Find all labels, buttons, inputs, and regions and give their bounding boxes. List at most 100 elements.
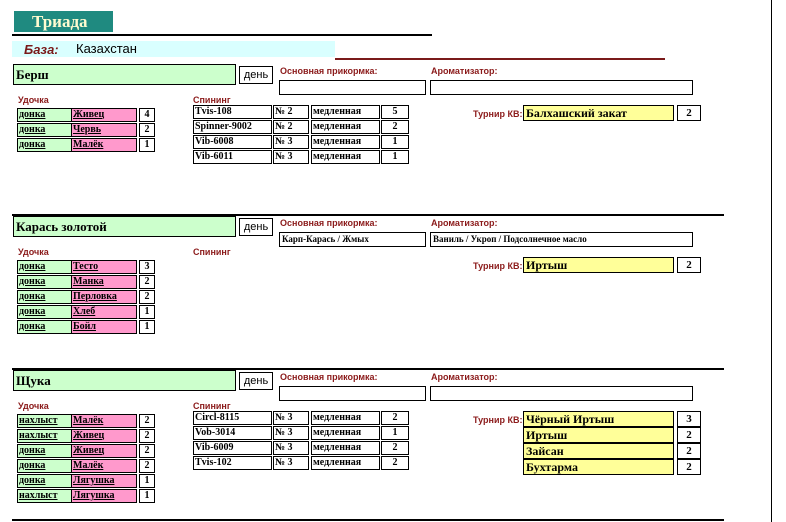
fish-name: Берш	[13, 64, 236, 85]
rod-type: донка	[17, 474, 72, 488]
rod-type: нахлыст	[17, 414, 72, 428]
rod-bait: Малёк	[71, 459, 137, 473]
flavor-label: Ароматизатор:	[431, 218, 498, 228]
rod-bait: Манка	[71, 275, 137, 289]
rod-type: нахлыст	[17, 429, 72, 443]
spinning-count: 2	[381, 456, 409, 470]
rod-count: 2	[139, 459, 155, 473]
spinning-model: Vib-6011	[193, 150, 272, 164]
spinning-speed: медленная	[311, 426, 380, 440]
spinning-number: № 3	[273, 135, 309, 149]
spinning-number: № 3	[273, 150, 309, 164]
flavor-field[interactable]	[430, 80, 693, 95]
page-right-border	[771, 0, 772, 522]
tournament-label: Турнир КВ:	[473, 261, 523, 271]
rod-bait: Лягушка	[71, 489, 137, 503]
rod-count: 1	[139, 474, 155, 488]
rod-bait: Хлеб	[71, 305, 137, 319]
day-button[interactable]: день	[239, 372, 273, 390]
rod-type: донка	[17, 275, 72, 289]
rod-type: нахлыст	[17, 489, 72, 503]
day-button[interactable]: день	[239, 66, 273, 84]
spinning-number: № 3	[273, 411, 309, 425]
base-value: Казахстан	[76, 41, 137, 56]
spinning-speed: медленная	[311, 441, 380, 455]
day-button[interactable]: день	[239, 218, 273, 236]
spinning-speed: медленная	[311, 135, 380, 149]
rod-count: 2	[139, 123, 155, 137]
rod-bait: Червь	[71, 123, 137, 137]
rod-type: донка	[17, 138, 72, 152]
spinning-speed: медленная	[311, 105, 380, 119]
main-bait-field[interactable]	[279, 80, 426, 95]
rod-count: 1	[139, 320, 155, 334]
tournament-name: Балхашский закат	[523, 105, 674, 121]
tournament-count: 2	[677, 105, 701, 121]
tournament-count: 3	[677, 411, 701, 427]
spinning-label: Спининг	[193, 247, 231, 257]
spinning-count: 2	[381, 441, 409, 455]
spinning-count: 1	[381, 135, 409, 149]
rod-bait: Живец	[71, 429, 137, 443]
rod-type: донка	[17, 260, 72, 274]
tournament-name: Чёрный Иртыш	[523, 411, 674, 427]
rod-type: донка	[17, 108, 72, 122]
flavor-label: Ароматизатор:	[431, 66, 498, 76]
rod-bait: Тесто	[71, 260, 137, 274]
spinning-number: № 2	[273, 105, 309, 119]
spinning-model: Tvis-108	[193, 105, 272, 119]
rod-bait: Живец	[71, 108, 137, 122]
main-bait-label: Основная прикормка:	[280, 66, 378, 76]
spinning-number: № 3	[273, 426, 309, 440]
spinning-count: 1	[381, 426, 409, 440]
spinning-speed: медленная	[311, 150, 380, 164]
rod-bait: Бойл	[71, 320, 137, 334]
rod-bait: Малёк	[71, 138, 137, 152]
spinning-count: 2	[381, 120, 409, 134]
spinning-count: 2	[381, 411, 409, 425]
rod-type: донка	[17, 290, 72, 304]
main-bait-field[interactable]	[279, 386, 426, 401]
tournament-count: 2	[677, 459, 701, 475]
tournament-label: Турнир КВ:	[473, 109, 523, 119]
tournament-name: Зайсан	[523, 443, 674, 459]
rod-bait: Малёк	[71, 414, 137, 428]
rod-count: 2	[139, 444, 155, 458]
rod-label: Удочка	[18, 401, 49, 411]
tournament-count: 2	[677, 427, 701, 443]
flavor-label: Ароматизатор:	[431, 372, 498, 382]
spinning-model: Spinner-9002	[193, 120, 272, 134]
main-bait-field[interactable]: Карп-Карась / Жмых	[279, 232, 426, 247]
tournament-count: 2	[677, 257, 701, 273]
rod-count: 1	[139, 489, 155, 503]
spinning-model: Vib-6008	[193, 135, 272, 149]
tournament-name: Иртыш	[523, 257, 674, 273]
rod-bait: Перловка	[71, 290, 137, 304]
rod-type: донка	[17, 459, 72, 473]
rod-count: 2	[139, 275, 155, 289]
spinning-number: № 3	[273, 441, 309, 455]
rod-type: донка	[17, 444, 72, 458]
spinning-number: № 2	[273, 120, 309, 134]
rod-count: 2	[139, 290, 155, 304]
spinning-model: Vob-3014	[193, 426, 272, 440]
flavor-field[interactable]: Ваниль / Укроп / Подсолнечное масло	[430, 232, 693, 247]
base-background	[12, 41, 335, 57]
rod-type: донка	[17, 320, 72, 334]
bottom-divider	[12, 519, 724, 521]
main-bait-label: Основная прикормка:	[280, 372, 378, 382]
spinning-model: Tvis-102	[193, 456, 272, 470]
fish-name: Щука	[13, 370, 236, 391]
spinning-model: Circl-8115	[193, 411, 272, 425]
rod-count: 1	[139, 138, 155, 152]
rod-count: 2	[139, 429, 155, 443]
rod-label: Удочка	[18, 247, 49, 257]
flavor-field[interactable]	[430, 386, 693, 401]
rod-count: 4	[139, 108, 155, 122]
rod-count: 3	[139, 260, 155, 274]
main-bait-label: Основная прикормка:	[280, 218, 378, 228]
spinning-speed: медленная	[311, 411, 380, 425]
spinning-count: 1	[381, 150, 409, 164]
tournament-label: Турнир КВ:	[473, 415, 523, 425]
base-underline	[335, 58, 665, 60]
